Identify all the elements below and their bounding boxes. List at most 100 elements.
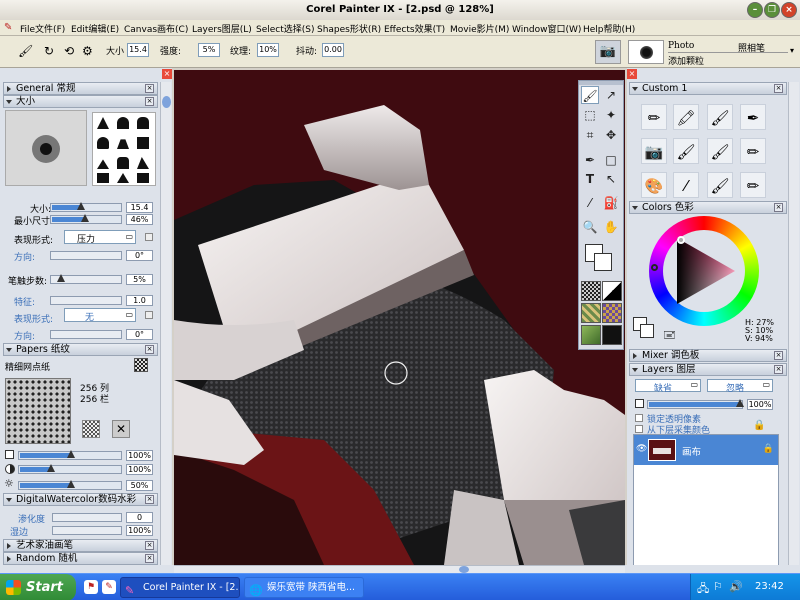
brush-category[interactable]: Photo [668,41,694,51]
paper-selector-button[interactable] [581,281,601,301]
composite-depth-dropdown[interactable]: 忽略 ▭ [707,379,773,394]
taskbar-item-painter[interactable]: ✎ Corel Painter IX - [2.p... [120,577,240,598]
direction-slider[interactable] [50,251,122,260]
pick-up-color-checkbox[interactable] [635,425,643,433]
blender-brush-icon[interactable]: ⁄ [673,172,699,198]
brush-tool-icon[interactable]: 🖌 [581,86,599,104]
magic-wand-tool-icon[interactable]: ✦ [602,106,620,124]
size-input[interactable]: 15.4 [127,43,149,57]
chalk-brush-icon[interactable]: ✏ [740,138,766,164]
wet-edge-slider[interactable] [52,526,122,535]
secondary-color-swatch[interactable] [640,324,654,338]
look-selector-button[interactable] [602,325,622,345]
quicklaunch-icon-2[interactable]: ✎ [102,580,116,594]
brush-options-icon[interactable]: ⚙ [82,44,93,58]
oil-brush-icon[interactable]: 🖌 [673,138,699,164]
dropper-tool-icon[interactable]: ↗ [602,86,620,104]
direction-value[interactable]: 0° [126,250,153,261]
stroke-step-value[interactable]: 5% [126,274,153,285]
brush-ghost-icon[interactable]: ⟲ [64,44,74,58]
pencil-brush-icon[interactable]: ✏ [641,104,667,130]
gradient-selector-button[interactable] [602,281,622,301]
dab-profiles-grid[interactable] [92,112,156,186]
layer-opacity-slider[interactable] [647,399,744,409]
rect-shape-tool-icon[interactable]: □ [602,151,620,169]
direction2-value[interactable]: 0° [126,329,153,340]
left-panel-scrollbar[interactable] [160,82,171,565]
expression2-dropdown[interactable]: 无 ▭ [64,308,136,323]
text-tool-icon[interactable]: T [581,170,599,188]
artists-brush-icon[interactable]: 🖌 [707,104,733,130]
preserve-transparency-checkbox[interactable] [635,414,643,422]
menu-select[interactable]: Select选择(S) [256,22,315,35]
make-paper-icon[interactable]: ✕ [112,420,130,438]
feature-value[interactable]: 1.0 [126,295,153,306]
color-wheel[interactable] [649,216,759,326]
menu-shapes[interactable]: Shapes形状(R) [317,22,381,35]
close-panel-icon[interactable]: × [627,69,637,79]
nozzle-selector-button[interactable] [581,325,601,345]
min-size-value[interactable]: 46% [126,214,153,225]
brush-category-icon[interactable]: 📷 [595,40,621,64]
layer-adjuster-tool-icon[interactable]: ✥ [602,126,620,144]
magnifier-icon[interactable]: 🔍 [581,218,599,236]
menu-layers[interactable]: Layers图层(L) [192,22,252,35]
network-tray-icon[interactable]: 🖧 [697,580,709,599]
volume-tray-icon[interactable]: 🔊 [729,580,743,593]
paper-contrast-value[interactable]: 100% [126,464,153,475]
photo-brush-icon[interactable]: 📷 [641,138,667,164]
close-panel-icon[interactable]: × [162,69,172,79]
custom-palette-header[interactable]: Custom 1 × [629,82,787,95]
restore-button[interactable]: ❐ [764,2,780,18]
grabber-hand-icon[interactable]: ✋ [602,218,620,236]
size-slider[interactable] [50,202,122,212]
paint-bucket-icon[interactable]: ⛽ [602,194,620,212]
paper-scale-slider[interactable] [18,450,122,460]
paper-contrast-slider[interactable] [18,464,122,474]
acrylic-brush-icon[interactable]: 🖌 [707,138,733,164]
secondary-color-swatch[interactable] [594,253,612,271]
layer-row-canvas[interactable]: 👁 画布 🔒 [634,435,778,465]
paper-selector-icon[interactable] [134,358,148,372]
size-header[interactable]: 大小 × [3,95,158,108]
canvas-horizontal-scrollbar[interactable] [174,565,625,573]
jitter-input[interactable]: 0.00 [322,43,344,57]
digital-watercolor-header[interactable]: DigitalWatercolor数码水彩 × [3,493,158,506]
quicklaunch-icon-1[interactable]: ⚑ [84,580,98,594]
brush-subvariant[interactable]: 添加颗粒 [668,54,704,67]
menu-help[interactable]: Help帮助(H) [583,22,635,35]
paper-scale-value[interactable]: 100% [126,450,153,461]
menu-window[interactable]: Window窗口(W) [512,22,581,35]
direction2-slider[interactable] [50,330,122,339]
color-brush-icon[interactable]: 🎨 [641,172,667,198]
panel-toggle-icon[interactable]: ▾ [790,46,794,55]
menu-canvas[interactable]: Canvas画布(C) [124,22,188,35]
feature-slider[interactable] [50,296,122,305]
rect-select-tool-icon[interactable]: ⬚ [581,106,599,124]
visibility-eye-icon[interactable]: 👁 [636,444,647,454]
stroke-step-slider[interactable] [50,274,122,284]
papers-header[interactable]: Papers 纸纹 × [3,343,158,356]
grain-input[interactable]: 10% [257,43,279,57]
paper-name[interactable]: 精细网点纸 [5,360,50,373]
layer-opacity-value[interactable]: 100% [747,399,773,410]
opacity-input[interactable]: 5% [198,43,220,57]
brush-dab-preview[interactable] [628,40,664,64]
invert-checkbox[interactable] [145,233,153,241]
start-button[interactable]: Start [0,574,76,600]
layer-lock-icon[interactable]: 🔒 [763,444,774,454]
menu-file[interactable]: File文件(F) [20,22,65,35]
menu-effects[interactable]: Effects效果(T) [384,22,445,35]
expression-dropdown[interactable]: 压力 ▭ [64,230,136,245]
shape-selection-tool-icon[interactable]: ↖ [602,170,620,188]
marker-brush-icon[interactable]: 🖌 [707,172,733,198]
random-header[interactable]: Random 随机 × [3,552,158,565]
invert2-checkbox[interactable] [145,311,153,319]
artist-oils-header[interactable]: 艺术家油画笔 × [3,539,158,552]
layers-header[interactable]: Layers 图层 × [629,363,787,376]
wet-edge-value[interactable]: 100% [126,525,153,536]
eyedropper-icon[interactable]: ⁄ [581,194,599,212]
document-canvas[interactable] [174,70,625,565]
lock-icon[interactable]: 🔒 [753,420,765,431]
close-button[interactable]: × [781,2,797,18]
